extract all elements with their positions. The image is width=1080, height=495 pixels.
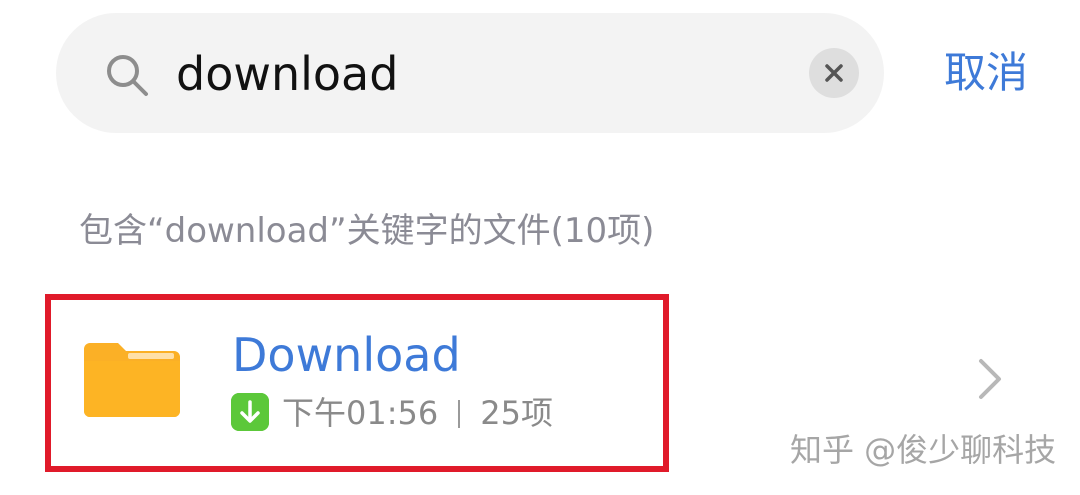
result-item-time: 下午01:56 xyxy=(282,394,439,432)
results-heading: 包含“download”关键字的文件(10项) xyxy=(79,211,655,251)
chevron-right-icon[interactable] xyxy=(976,358,1004,400)
result-item-count: 25项 xyxy=(480,394,553,432)
result-item-title: Download xyxy=(232,328,461,382)
close-icon xyxy=(825,64,843,82)
clear-search-button[interactable] xyxy=(809,48,859,98)
file-search-screen: download 取消 包含“download”关键字的文件(10项) Down… xyxy=(0,0,1080,495)
search-input[interactable]: download xyxy=(176,46,398,102)
watermark: 知乎 @俊少聊科技 xyxy=(790,431,1057,469)
folder-icon xyxy=(84,343,180,417)
cancel-button[interactable]: 取消 xyxy=(944,44,1028,102)
download-badge-icon xyxy=(231,393,269,431)
result-item-meta: 下午01:56 25项 xyxy=(282,391,553,435)
meta-separator xyxy=(458,400,461,428)
search-icon xyxy=(107,55,148,96)
